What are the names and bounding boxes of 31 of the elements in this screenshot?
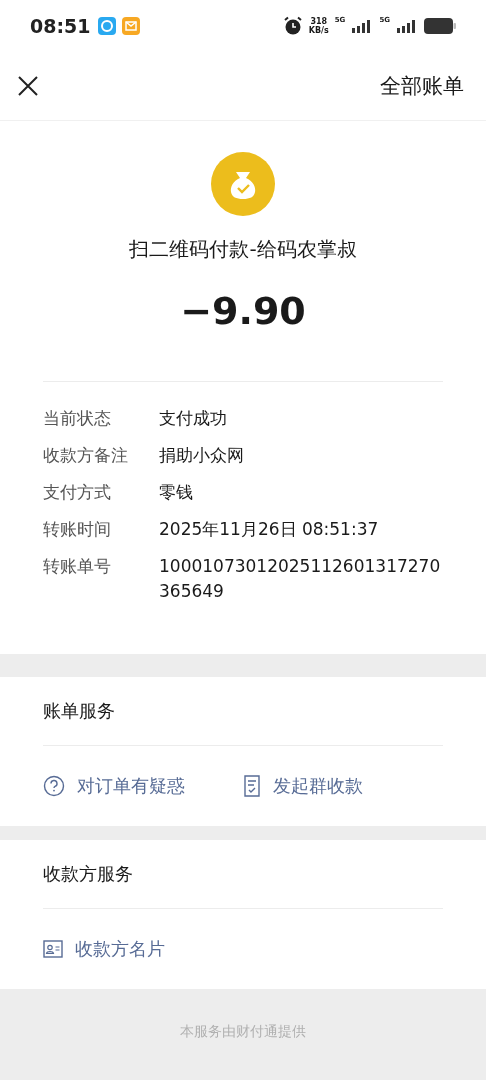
payment-amount: −9.90 — [180, 289, 306, 335]
money-bag-icon — [211, 152, 275, 216]
service-link[interactable]: 收款方名片 — [43, 937, 259, 961]
clock-time: 08:51 — [30, 15, 91, 37]
all-bills-link[interactable]: 全部账单 — [380, 72, 464, 100]
detail-value: 10001073012025112601317270365649 — [159, 555, 442, 603]
app-notification-icon — [98, 17, 117, 35]
close-button[interactable] — [16, 74, 40, 98]
detail-label: 收款方备注 — [43, 444, 129, 467]
alarm-icon — [282, 16, 303, 36]
detail-value: 零钱 — [159, 481, 194, 504]
network-speed: 318 KB/s — [308, 17, 329, 35]
service-link[interactable]: 发起群收款 — [243, 774, 443, 798]
footer-note: 本服务由财付通提供 — [180, 1023, 306, 1039]
detail-label: 当前状态 — [43, 407, 112, 430]
signal-icon — [396, 19, 418, 33]
battery-icon — [424, 18, 456, 34]
detail-label: 转账单号 — [43, 555, 112, 578]
detail-label: 转账时间 — [43, 518, 112, 541]
service-link[interactable]: 对订单有疑惑 — [43, 774, 243, 798]
detail-value: 捐助小众网 — [159, 444, 245, 467]
detail-value: 2025年11月26日 08:51:37 — [159, 518, 380, 541]
section-title: 收款方服务 — [43, 862, 133, 886]
payment-title: 扫二维码付款-给码农掌叔 — [129, 236, 357, 263]
question-icon — [43, 775, 65, 797]
detail-label: 支付方式 — [43, 481, 112, 504]
receipt-icon — [243, 775, 261, 797]
detail-value: 支付成功 — [159, 407, 228, 430]
section-title: 账单服务 — [43, 699, 115, 723]
contact-card-icon — [43, 940, 63, 958]
mail-icon — [122, 17, 141, 35]
